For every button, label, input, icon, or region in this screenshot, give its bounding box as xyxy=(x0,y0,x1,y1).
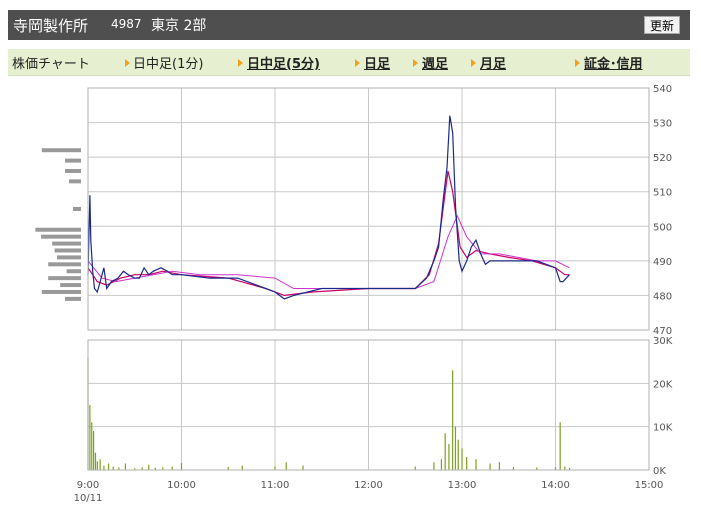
arrow-right-icon xyxy=(125,59,130,67)
moving-average-long-line xyxy=(87,214,570,289)
price-axis-ticks: 540530520510500490480470 xyxy=(653,84,672,337)
refresh-button[interactable]: 更新 xyxy=(643,16,680,34)
volume-profile-bar xyxy=(65,296,81,301)
price-lines xyxy=(87,115,570,300)
volume-bars xyxy=(87,357,571,470)
time-tick-label: 9:00 xyxy=(77,480,99,491)
tab-daily[interactable]: 日足 xyxy=(364,53,390,72)
arrow-right-icon xyxy=(471,59,476,67)
volume-bar xyxy=(454,426,457,470)
tab-intraday-5min[interactable]: 日中足(5分) xyxy=(247,53,320,72)
volume-profile-bar xyxy=(54,248,81,253)
arrow-right-icon xyxy=(575,59,580,67)
volume-bar xyxy=(103,465,105,470)
volume-profile-bar xyxy=(73,207,81,211)
volume-bar xyxy=(564,466,566,470)
volume-bar xyxy=(99,459,101,470)
time-axis-ticks: 9:00 10:00 11:00 12:00 13:00 14:00 15:00 xyxy=(77,480,664,491)
volume-bar xyxy=(148,464,150,470)
price-tick-label: 490 xyxy=(653,257,672,268)
volume-bar xyxy=(96,461,98,470)
price-tick-label: 530 xyxy=(653,119,672,130)
volume-profile-bar xyxy=(41,289,81,294)
volume-bar xyxy=(302,465,304,470)
time-tick-label: 15:00 xyxy=(635,480,664,491)
volume-bar xyxy=(285,462,287,470)
time-tick-label: 10:00 xyxy=(167,480,196,491)
volume-bar xyxy=(107,463,110,470)
volume-bar xyxy=(112,466,114,470)
volume-tick-label: 20K xyxy=(653,379,673,390)
volume-bar xyxy=(466,457,468,470)
tab-stock-chart-label: 株価チャート xyxy=(12,57,90,72)
volume-bar xyxy=(489,463,491,470)
volume-bar xyxy=(89,405,91,470)
volume-tick-label: 30K xyxy=(653,336,673,347)
volume-bar xyxy=(448,444,450,470)
time-tick-label: 12:00 xyxy=(354,480,383,491)
volume-profile-bar xyxy=(52,241,81,246)
volume-bar xyxy=(461,448,463,470)
volume-profile xyxy=(35,148,81,301)
volume-bar xyxy=(91,422,93,470)
volume-bar xyxy=(94,452,97,470)
volume-bar xyxy=(440,459,443,470)
arrow-right-icon xyxy=(355,59,360,67)
tab-monthly[interactable]: 月足 xyxy=(480,53,506,72)
tab-intraday-1min: 日中足(1分) xyxy=(133,57,204,72)
volume-bar xyxy=(498,462,500,470)
volume-bar xyxy=(452,370,454,470)
volume-bar xyxy=(180,463,183,470)
moving-average-short-line xyxy=(87,170,570,297)
time-tick-label: 13:00 xyxy=(448,480,477,491)
volume-bar xyxy=(93,431,95,470)
volume-profile-bar xyxy=(35,227,81,232)
market-label: 東京 2部 xyxy=(151,18,207,34)
volume-tick-label: 10K xyxy=(653,423,673,434)
volume-bar xyxy=(433,462,435,470)
volume-profile-bar xyxy=(60,283,81,288)
price-tick-label: 520 xyxy=(653,153,672,164)
intraday-chart: 540530520510500490480470 30K20K10K0K 9:0… xyxy=(35,84,673,504)
price-tick-label: 480 xyxy=(653,291,672,302)
arrow-right-icon xyxy=(413,59,418,67)
volume-grid xyxy=(87,339,650,471)
volume-profile-bar xyxy=(41,148,81,153)
chart-tabs: 株価チャート 日中足(1分) 日中足(5分) 日足 週足 月足 証金･信用 xyxy=(8,49,690,76)
volume-bar xyxy=(444,433,446,470)
volume-bar xyxy=(414,466,416,470)
volume-profile-bar xyxy=(69,179,81,184)
title-bar: 寺岡製作所 4987 東京 2部 更新 xyxy=(8,10,690,40)
price-grid xyxy=(87,87,650,331)
volume-profile-bar xyxy=(65,158,81,163)
price-tick-label: 540 xyxy=(653,84,672,95)
time-tick-label: 14:00 xyxy=(541,480,570,491)
volume-bar xyxy=(171,466,173,470)
company-name: 寺岡製作所 xyxy=(13,17,89,35)
price-tick-label: 500 xyxy=(653,222,672,233)
volume-bar xyxy=(475,459,477,470)
volume-profile-bar xyxy=(66,269,81,274)
tab-weekly[interactable]: 週足 xyxy=(422,53,448,72)
stock-code: 4987 xyxy=(111,17,142,31)
volume-profile-bar xyxy=(48,262,81,267)
volume-bar xyxy=(457,439,459,470)
volume-bar xyxy=(241,465,243,470)
date-label: 10/11 xyxy=(74,493,103,504)
tab-margin-credit[interactable]: 証金･信用 xyxy=(584,53,643,72)
volume-bar xyxy=(124,463,126,470)
volume-bar xyxy=(274,466,276,470)
volume-bar xyxy=(559,422,561,470)
volume-axis-ticks: 30K 20K 10K 0K xyxy=(653,336,673,477)
arrow-right-icon xyxy=(238,59,243,67)
volume-profile-bar xyxy=(65,168,81,173)
volume-profile-bar xyxy=(48,276,81,281)
volume-profile-bar xyxy=(57,255,81,260)
time-tick-label: 11:00 xyxy=(261,480,290,491)
volume-tick-label: 0K xyxy=(653,466,666,477)
price-tick-label: 510 xyxy=(653,188,672,199)
volume-profile-bar xyxy=(41,234,81,239)
